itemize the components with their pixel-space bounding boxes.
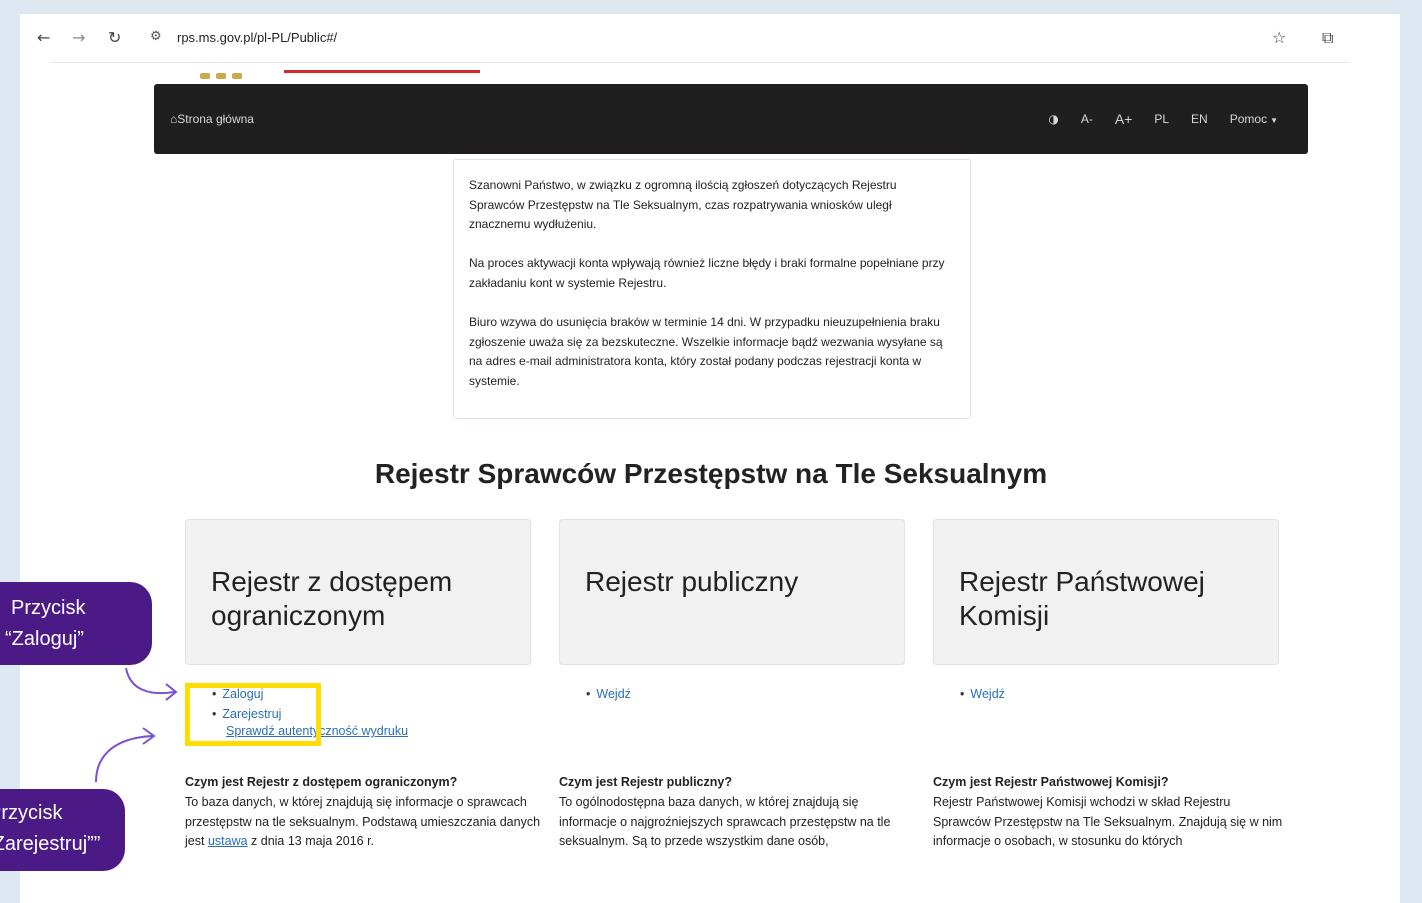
card-restricted-description: Czym jest Rejestr z dostępem ograniczony… [185,773,541,852]
desc-title: Czym jest Rejestr z dostępem ograniczony… [185,775,458,789]
notice-paragraph: Biuro wzywa do usunięcia braków w termin… [469,315,943,388]
highlight-box [185,683,321,746]
desc-text: To ogólnodostępna baza danych, w której … [559,794,891,849]
nav-home-link[interactable]: ⌂Strona główna [170,112,254,126]
card-title: Rejestr Państwowej Komisji [959,566,1205,631]
callout-line: “Zarejestruj”” [0,833,101,855]
back-arrow-icon[interactable]: ← [37,28,50,48]
address-bar: ← → ↻ ⚙ rps.ms.gov.pl/pl-PL/Public#/ ☆ ⧉ [20,14,1400,64]
star-icon[interactable]: ☆ [1272,28,1286,48]
list-item: Wejdź [586,684,631,704]
desc-title: Czym jest Rejestr Państwowej Komisji? [933,775,1169,789]
top-navigation: ⌂Strona główna ◑ A- A+ PL EN Pomoc ▼ [154,84,1308,154]
card-commission: Rejestr Państwowej Komisji [933,519,1279,665]
callout-line: “Zaloguj” [5,628,84,650]
card-public-description: Czym jest Rejestr publiczny? To ogólnodo… [559,773,915,852]
desc-text: Rejestr Państwowej Komisji wchodzi w skł… [933,794,1283,849]
page-title: Rejestr Sprawców Przestępstw na Tle Seks… [374,458,1048,489]
extensions-icon[interactable]: ⧉ [1322,28,1333,48]
font-larger-button[interactable]: A+ [1115,111,1133,127]
card-commission-links: Wejdź [960,684,1005,704]
caret-down-icon: ▼ [1270,116,1278,125]
enter-commission-link[interactable]: Wejdź [970,687,1005,701]
logo-emblem [200,66,268,79]
forward-arrow-icon[interactable]: → [72,28,85,48]
contrast-icon[interactable]: ◑ [1048,112,1058,126]
callout-line: Przycisk [0,802,63,824]
desc-title: Czym jest Rejestr publiczny? [559,775,732,789]
url-field[interactable]: rps.ms.gov.pl/pl-PL/Public#/ [177,30,337,45]
callout-line: Przycisk [11,597,86,619]
card-public: Rejestr publiczny [559,519,905,665]
notice-paragraph: Na proces aktywacji konta wpływają równi… [469,256,945,290]
card-title: Rejestr publiczny [585,566,799,597]
help-label: Pomoc [1229,112,1268,126]
notice-box: Szanowni Państwo, w związku z ogromną il… [453,159,971,419]
reload-icon[interactable]: ↻ [108,28,121,48]
list-item: Wejdź [960,684,1005,704]
desc-text: z dnia 13 maja 2016 r. [247,834,375,849]
card-restricted: Rejestr z dostępem ograniczonym [185,519,531,665]
notice-paragraph: Szanowni Państwo, w związku z ogromną il… [469,178,897,232]
lang-en-button[interactable]: EN [1191,112,1208,126]
card-commission-description: Czym jest Rejestr Państwowej Komisji? Re… [933,773,1289,852]
enter-public-link[interactable]: Wejdź [596,687,631,701]
law-link[interactable]: ustawa [208,834,248,848]
font-smaller-button[interactable]: A- [1081,112,1093,126]
site-settings-icon[interactable]: ⚙ [150,29,162,44]
callout-register: Przycisk “Zarejestruj”” [0,789,125,871]
nav-home-label: Strona główna [177,112,254,126]
callout-login: Przycisk “Zaloguj” [0,582,152,665]
divider [50,62,1350,63]
flag-stripe [284,70,480,73]
card-title: Rejestr z dostępem ograniczonym [211,566,453,631]
help-dropdown[interactable]: Pomoc ▼ [1230,112,1278,126]
lang-pl-button[interactable]: PL [1154,112,1169,126]
card-public-links: Wejdź [586,684,631,704]
